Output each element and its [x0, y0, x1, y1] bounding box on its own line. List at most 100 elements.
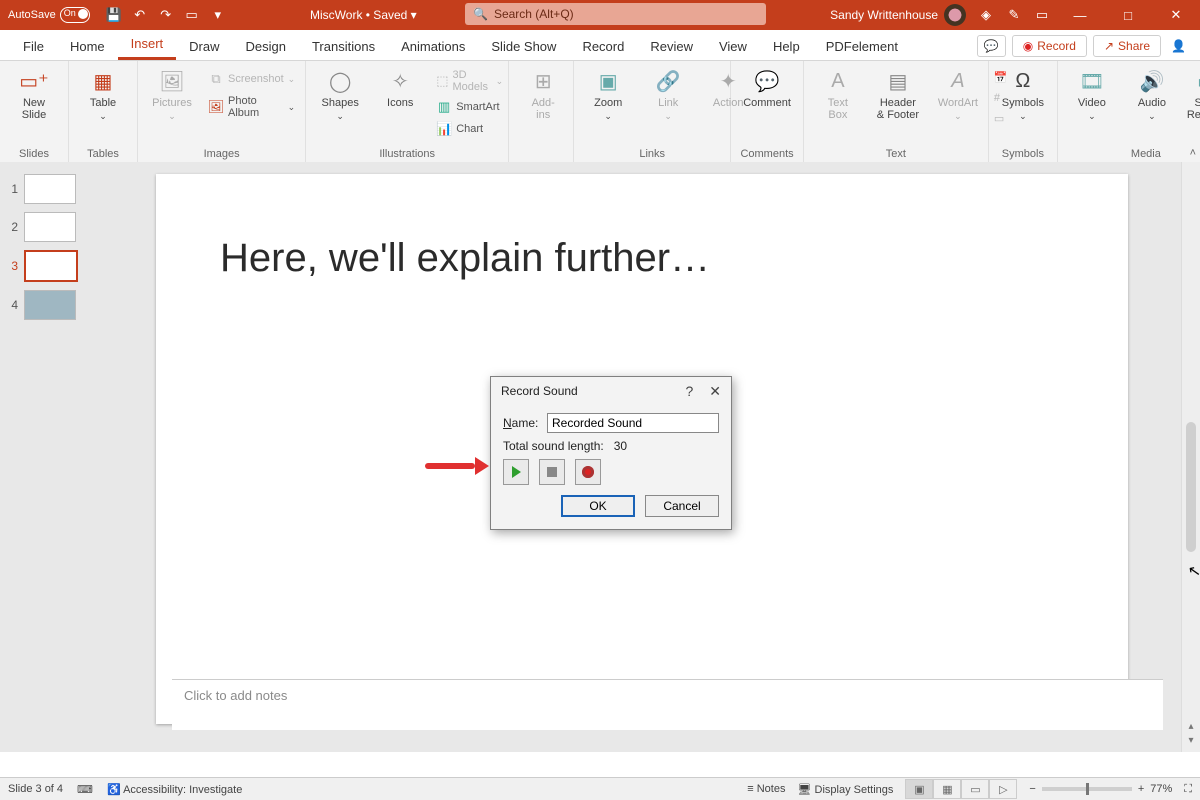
table-button[interactable]: ▦Table⌄	[77, 65, 129, 124]
maximize-icon[interactable]: □	[1110, 0, 1146, 30]
reading-view-icon[interactable]: ▭	[961, 779, 989, 799]
3d-models-button[interactable]: ⬚3D Models ⌄	[434, 67, 505, 95]
qat-dropdown-icon[interactable]: ▾	[210, 7, 226, 23]
addins-button[interactable]: ⊞Add- ins	[517, 65, 569, 123]
comment-button[interactable]: 💬Comment	[739, 65, 795, 111]
screen-recording-button[interactable]: ▭⁺Screen Recording	[1186, 65, 1200, 124]
record-button-dialog[interactable]	[575, 459, 601, 485]
redo-icon[interactable]: ↷	[158, 7, 174, 23]
new-slide-button[interactable]: ▭⁺New Slide	[8, 65, 60, 123]
name-input[interactable]	[547, 413, 719, 433]
prev-slide-icon[interactable]: ▴	[1188, 722, 1193, 732]
present-icon[interactable]: ▭	[184, 7, 200, 23]
zoom-slider[interactable]	[1042, 787, 1132, 791]
audio-button[interactable]: 🔊Audio⌄	[1126, 65, 1178, 124]
cancel-button[interactable]: Cancel	[645, 495, 719, 517]
language-icon[interactable]: ⌨	[77, 783, 93, 796]
tab-animations[interactable]: Animations	[388, 33, 478, 60]
slide-title[interactable]: Here, we'll explain further…	[220, 236, 710, 281]
user-mode-icon[interactable]: 👤	[1167, 39, 1190, 53]
tab-pdfelement[interactable]: PDFelement	[813, 33, 911, 60]
photo-album-button[interactable]: 🖼Photo Album ⌄	[206, 93, 297, 121]
normal-view-icon[interactable]: ▣	[905, 779, 933, 799]
header-footer-button[interactable]: ▤Header & Footer	[872, 65, 924, 127]
thumbnail-3[interactable]: 3	[0, 246, 86, 286]
link-button[interactable]: 🔗Link⌄	[642, 65, 694, 124]
document-title[interactable]: MiscWork • Saved ▾	[310, 0, 417, 30]
tab-draw[interactable]: Draw	[176, 33, 232, 60]
smartart-button[interactable]: ▥SmartArt	[434, 97, 505, 117]
minimize-icon[interactable]: —	[1062, 0, 1098, 30]
shapes-button[interactable]: ◯Shapes⌄	[314, 65, 366, 139]
account-button[interactable]: Sandy Writtenhouse	[830, 4, 966, 26]
tab-review[interactable]: Review	[637, 33, 706, 60]
tab-transitions[interactable]: Transitions	[299, 33, 388, 60]
group-label-tables: Tables	[77, 146, 129, 163]
ribbon: ▭⁺New Slide Slides ▦Table⌄ Tables 🖼Pictu…	[0, 61, 1200, 164]
tab-file[interactable]: File	[10, 33, 57, 60]
undo-icon[interactable]: ↶	[132, 7, 148, 23]
link-icon: 🔗	[654, 67, 682, 95]
brush-icon[interactable]: ✎	[1006, 7, 1022, 23]
ribbon-options-icon[interactable]: ▭	[1034, 7, 1050, 23]
zoom-out-icon[interactable]: −	[1029, 783, 1035, 795]
search-input[interactable]: 🔍 Search (Alt+Q)	[465, 3, 766, 25]
video-button[interactable]: 🎞Video⌄	[1066, 65, 1118, 124]
save-icon[interactable]: 💾	[106, 7, 122, 23]
stop-button[interactable]	[539, 459, 565, 485]
thumbnail-2[interactable]: 2	[0, 208, 86, 246]
slide-thumbnails: 1 2 3 4	[0, 162, 86, 752]
zoom-value: 77%	[1150, 783, 1172, 795]
dialog-close-icon[interactable]: ✕	[709, 383, 721, 400]
cube-icon: ⬚	[436, 73, 448, 89]
symbols-button[interactable]: ΩSymbols⌄	[997, 65, 1049, 124]
play-button[interactable]	[503, 459, 529, 485]
dialog-help-icon[interactable]: ?	[685, 383, 693, 400]
notes-pane[interactable]: Click to add notes	[172, 679, 1163, 730]
thumbnail-1[interactable]: 1	[0, 170, 86, 208]
close-icon[interactable]: ✕	[1158, 0, 1194, 30]
tab-insert[interactable]: Insert	[118, 30, 177, 60]
wordart-button[interactable]: AWordArt⌄	[932, 65, 984, 127]
scrollbar-thumb[interactable]	[1186, 422, 1196, 552]
record-button[interactable]: ◉Record	[1012, 35, 1087, 57]
zoom-control[interactable]: − + 77%	[1029, 783, 1172, 795]
tab-slideshow[interactable]: Slide Show	[478, 33, 569, 60]
search-placeholder: Search (Alt+Q)	[494, 7, 574, 21]
zoom-icon: ▣	[594, 67, 622, 95]
comments-pane-icon[interactable]: 💬	[977, 35, 1006, 57]
tab-home[interactable]: Home	[57, 33, 118, 60]
icons-button[interactable]: ✧Icons	[374, 65, 426, 139]
name-label: Name:	[503, 416, 541, 430]
thumbnail-4[interactable]: 4	[0, 286, 86, 324]
addins-icon: ⊞	[529, 67, 557, 95]
vertical-scrollbar[interactable]: ▴ ▾	[1181, 162, 1200, 752]
length-value: 30	[614, 439, 627, 453]
ribbon-tabs: File Home Insert Draw Design Transitions…	[0, 30, 1200, 61]
tab-record[interactable]: Record	[569, 33, 637, 60]
toggle-switch-icon[interactable]: On	[60, 7, 90, 23]
zoom-button[interactable]: ▣Zoom⌄	[582, 65, 634, 124]
textbox-button[interactable]: AText Box	[812, 65, 864, 127]
sorter-view-icon[interactable]: ▦	[933, 779, 961, 799]
screenshot-button[interactable]: ⧉Screenshot ⌄	[206, 69, 297, 89]
next-slide-icon[interactable]: ▾	[1188, 736, 1193, 746]
accessibility-button[interactable]: ♿ Accessibility: Investigate	[107, 783, 242, 796]
zoom-in-icon[interactable]: +	[1138, 783, 1144, 795]
fit-to-window-icon[interactable]: ⛶	[1184, 783, 1192, 796]
tab-view[interactable]: View	[706, 33, 760, 60]
display-settings-button[interactable]: 🖥 Display Settings	[797, 783, 893, 796]
pictures-button[interactable]: 🖼Pictures⌄	[146, 65, 198, 124]
collapse-ribbon-icon[interactable]: ˄	[1190, 147, 1196, 159]
diamond-icon[interactable]: ◈	[978, 7, 994, 23]
ok-button[interactable]: OK	[561, 495, 635, 517]
share-button[interactable]: ↗Share	[1093, 35, 1161, 57]
omega-icon: Ω	[1009, 67, 1037, 95]
tab-design[interactable]: Design	[233, 33, 299, 60]
chart-button[interactable]: 📊Chart	[434, 119, 505, 139]
autosave-toggle[interactable]: AutoSave On	[8, 7, 90, 23]
tab-help[interactable]: Help	[760, 33, 813, 60]
slideshow-view-icon[interactable]: ▷	[989, 779, 1017, 799]
notes-toggle[interactable]: ≡ Notes	[747, 783, 785, 795]
mouse-cursor-icon: ↖	[1187, 561, 1200, 581]
